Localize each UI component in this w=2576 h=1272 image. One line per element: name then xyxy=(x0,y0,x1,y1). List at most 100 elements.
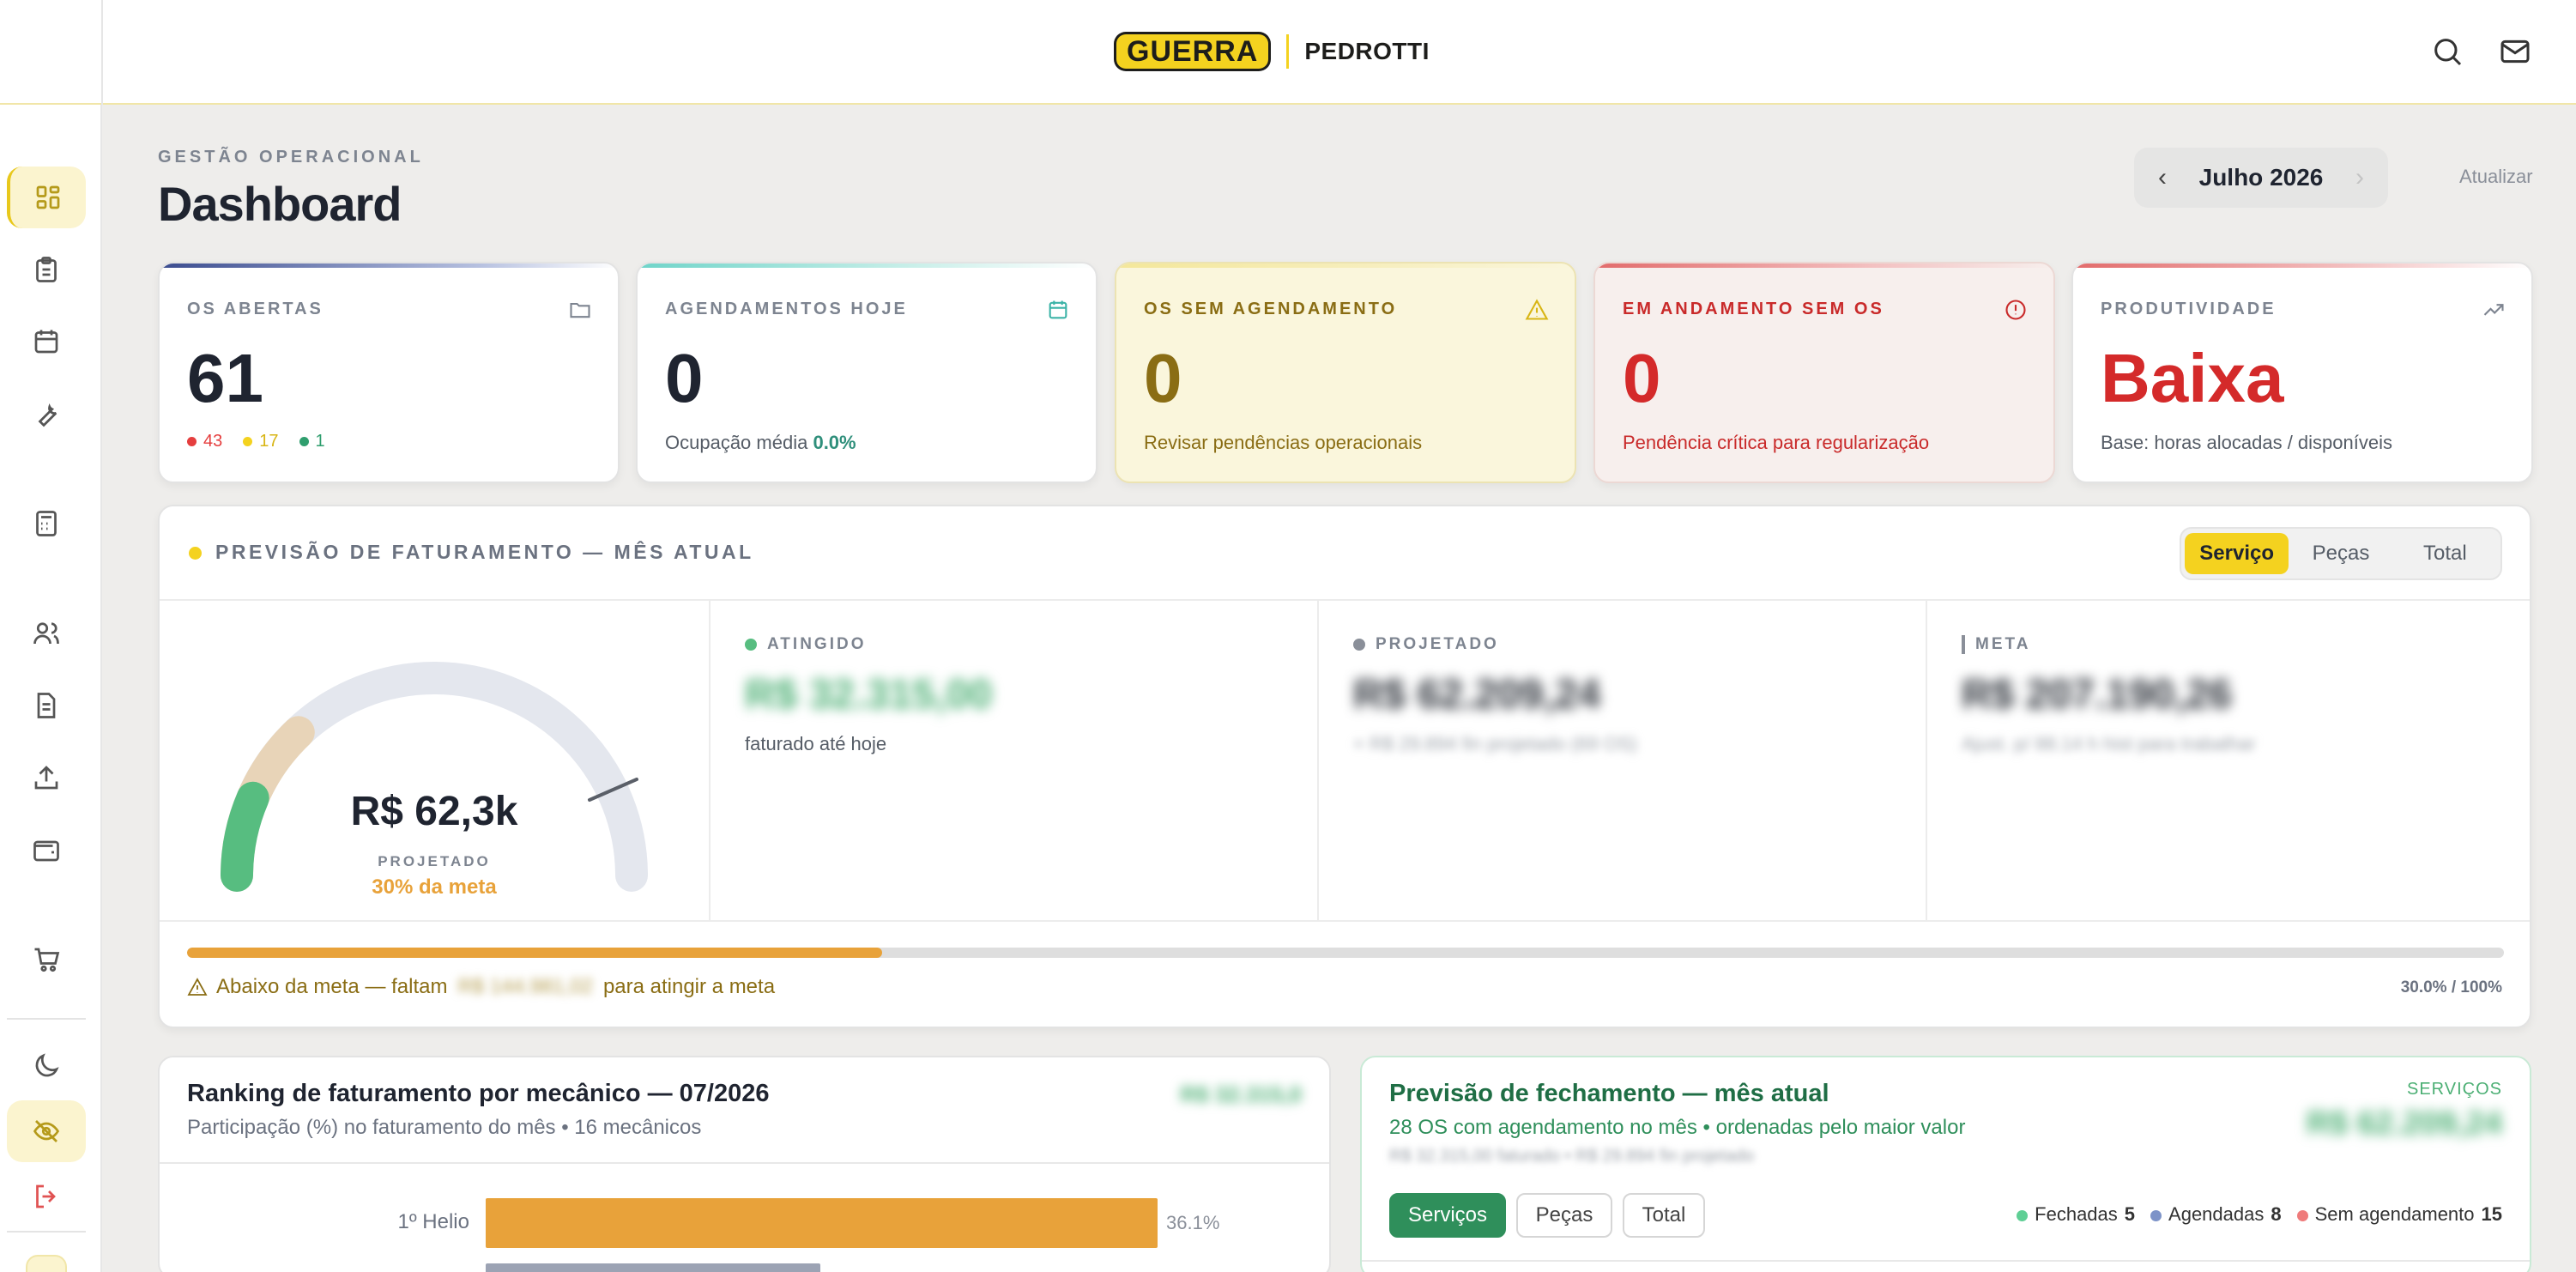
trend-icon xyxy=(2483,304,2504,316)
gauge-label: PROJETADO xyxy=(378,853,491,869)
kpi-card-agendamentos[interactable]: AGENDAMENTOS HOJE 0 Ocupação média 0.0% xyxy=(636,262,1098,483)
goal-value: R$ 207.190,26 xyxy=(1962,672,2232,718)
logo-pedrotti: PEDROTTI xyxy=(1304,38,1430,64)
brand-logo[interactable]: GUERRA PEDROTTI xyxy=(1114,32,1430,71)
cart-icon xyxy=(34,948,60,972)
kpi-value: 0 xyxy=(1144,340,1182,416)
wrench-icon xyxy=(38,403,57,427)
achieved-sub: faturado até hoje xyxy=(745,733,887,754)
sidebar-item-cart[interactable] xyxy=(7,929,86,990)
chevron-right-icon[interactable]: › xyxy=(2355,163,2364,192)
logout-button[interactable] xyxy=(7,1166,86,1227)
month-label: Julho 2026 xyxy=(2198,164,2324,191)
logout-icon xyxy=(36,1184,56,1208)
ranking-bar[interactable] xyxy=(486,1198,1158,1248)
tab-pecas[interactable]: Peças xyxy=(1516,1193,1612,1238)
sidebar-divider xyxy=(101,0,103,105)
tab-servicos[interactable]: Serviços xyxy=(1389,1193,1506,1238)
projected-column: PROJETADO R$ 62.209,24 + R$ 29.894 fin p… xyxy=(1317,601,1926,920)
sidebar-item-clipboard[interactable] xyxy=(7,239,86,300)
tab-total[interactable]: Total xyxy=(2393,533,2497,574)
ranking-divider xyxy=(160,1162,1329,1164)
forecast-tabs: Serviço Peças Total xyxy=(2180,527,2502,580)
card-accent-bar xyxy=(1595,263,2053,268)
chevron-left-icon[interactable]: ‹ xyxy=(2158,163,2167,192)
kpi-card-os-abertas[interactable]: OS ABERTAS 61 43 17 1 xyxy=(158,262,620,483)
kpi-card-produtividade[interactable]: PRODUTIVIDADE Baixa Base: horas alocadas… xyxy=(2071,262,2533,483)
clipboard-icon xyxy=(36,257,57,282)
ranking-bar[interactable] xyxy=(486,1263,820,1272)
closing-subtitle: 28 OS com agendamento no mês • ordenadas… xyxy=(1389,1116,1966,1139)
top-bar: GUERRA PEDROTTI xyxy=(0,0,2576,105)
calendar-icon xyxy=(1049,300,1067,319)
kpi-status-dots: 43 17 1 xyxy=(187,432,325,451)
kpi-title: AGENDAMENTOS HOJE xyxy=(665,300,908,318)
closing-title: Previsão de fechamento — mês atual xyxy=(1389,1080,1829,1107)
card-accent-bar xyxy=(1116,263,1575,268)
calculator-icon xyxy=(36,511,57,536)
closing-forecast-card: Previsão de fechamento — mês atual 28 OS… xyxy=(1360,1056,2531,1272)
kpi-card-os-sem-agendamento[interactable]: OS SEM AGENDAMENTO 0 Revisar pendências … xyxy=(1115,262,1576,483)
sidebar-item-calendar[interactable] xyxy=(7,311,86,373)
warning-amount: R$ 144.981,02 xyxy=(457,975,593,998)
theme-toggle[interactable] xyxy=(7,1035,86,1097)
forecast-metrics: R$ 62,3k PROJETADO 30% da meta ATINGIDO … xyxy=(160,599,2530,922)
closing-badge: SERVIÇOS xyxy=(2407,1080,2502,1099)
projected-sub: + R$ 29.894 fin projetado (69 OS) xyxy=(1353,733,1637,754)
kpi-title: EM ANDAMENTO SEM OS xyxy=(1623,300,1884,318)
gauge-column: R$ 62,3k PROJETADO 30% da meta xyxy=(160,601,709,920)
gauge-value: R$ 62,3k xyxy=(350,789,518,834)
sidebar-item-users[interactable] xyxy=(7,603,86,664)
refresh-button[interactable]: Atualizar xyxy=(2459,166,2533,188)
sidebar-item-calculator[interactable] xyxy=(7,493,86,554)
sidebar-item-wallet[interactable] xyxy=(7,819,86,881)
ranking-pct: 36.1% xyxy=(1166,1212,1220,1233)
sidebar-separator xyxy=(7,1018,86,1020)
gauge-percent: 30% da meta xyxy=(372,875,497,899)
eye-off-icon xyxy=(33,1120,60,1142)
closing-divider xyxy=(1362,1260,2530,1262)
forecast-panel: PREVISÃO DE FATURAMENTO — MÊS ATUAL Serv… xyxy=(158,505,2531,1028)
status-dot xyxy=(189,547,202,560)
moon-icon xyxy=(35,1053,59,1077)
tab-servico[interactable]: Serviço xyxy=(2185,533,2289,574)
sidebar-item-upload[interactable] xyxy=(7,747,86,809)
card-accent-bar xyxy=(2073,263,2531,268)
kpi-value: Baixa xyxy=(2101,340,2284,416)
goal-progress-text: 30.0% / 100% xyxy=(2400,978,2502,996)
privacy-toggle[interactable] xyxy=(7,1100,86,1162)
goal-column: META R$ 207.190,26 Ajust. p/ 88.14 h his… xyxy=(1926,601,2531,920)
card-accent-bar xyxy=(160,263,618,268)
kpi-card-em-andamento[interactable]: EM ANDAMENTO SEM OS 0 Pendência crítica … xyxy=(1593,262,2055,483)
achieved-value: R$ 32.315,00 xyxy=(745,672,993,718)
kpi-subtitle: Revisar pendências operacionais xyxy=(1144,432,1423,453)
upload-icon xyxy=(34,766,58,790)
kpi-title: OS SEM AGENDAMENTO xyxy=(1144,300,1398,318)
kpi-subtitle: Ocupação média 0.0% xyxy=(665,432,856,453)
closing-legend: Fechadas 5 Agendadas 8 Sem agendamento 15 xyxy=(2017,1203,2502,1226)
sidebar-item-documents[interactable] xyxy=(7,675,86,736)
search-icon[interactable] xyxy=(2430,34,2464,69)
sidebar-item-tools[interactable] xyxy=(7,383,86,445)
ranking-total: R$ 32.315,0 xyxy=(1180,1081,1302,1107)
kpi-subtitle: Base: horas alocadas / disponíveis xyxy=(2101,432,2392,453)
alert-circle-icon xyxy=(2005,300,2026,320)
mail-icon[interactable] xyxy=(2498,34,2532,69)
sidebar-item-dashboard[interactable] xyxy=(7,167,86,228)
tab-total[interactable]: Total xyxy=(1623,1193,1705,1238)
kpi-value: 0 xyxy=(665,340,704,416)
tab-pecas[interactable]: Peças xyxy=(2289,533,2392,574)
ranking-subtitle: Participação (%) no faturamento do mês •… xyxy=(187,1116,702,1139)
goal-warning: Abaixo da meta — faltam R$ 144.981,02 pa… xyxy=(187,975,775,999)
user-avatar[interactable] xyxy=(26,1255,67,1272)
legend-agendadas: Agendadas 8 xyxy=(2150,1203,2282,1226)
logo-guerra-text: GUERRA xyxy=(1116,34,1269,69)
kpi-title: PRODUTIVIDADE xyxy=(2101,300,2277,318)
sidebar-separator xyxy=(7,1231,86,1233)
document-icon xyxy=(37,693,56,718)
folder-icon xyxy=(570,302,590,318)
logo-separator xyxy=(1286,34,1290,69)
calendar-icon xyxy=(34,330,58,354)
kpi-title: OS ABERTAS xyxy=(187,300,324,318)
wallet-icon xyxy=(33,840,59,862)
